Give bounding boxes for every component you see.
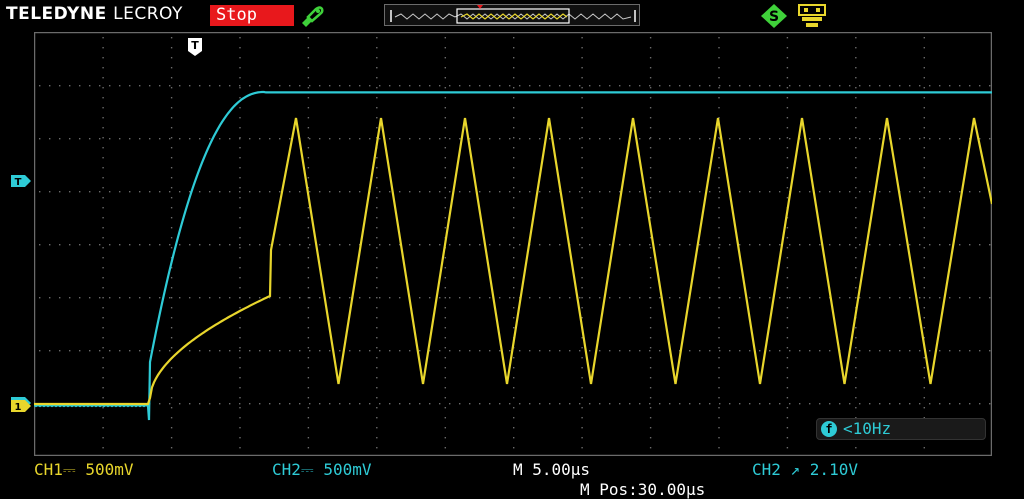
ch2-status[interactable]: CH2⎓ 500mV [272, 460, 372, 480]
ch1-label: CH1 [34, 460, 63, 479]
memory-waveform [394, 13, 632, 20]
frequency-counter[interactable]: f <10Hz [816, 418, 986, 440]
waveform-display[interactable] [34, 32, 992, 456]
svg-text:1: 1 [15, 402, 22, 413]
trigger-position-marker[interactable]: T [186, 37, 204, 57]
frequency-icon: f [821, 421, 837, 437]
ch1-status[interactable]: CH1⎓ 500mV [34, 460, 134, 480]
usb-storage-icon [798, 4, 826, 27]
graticule-border [34, 32, 992, 456]
top-status-bar: TELEDYNE LECROY Stop S [0, 0, 1024, 30]
dollar-status-icon: S [761, 4, 787, 28]
ch1-ground-marker[interactable]: 1 [10, 399, 32, 413]
trigger-level-marker[interactable]: T [10, 174, 32, 188]
ch2-label: CH2 [272, 460, 301, 479]
frequency-value: <10Hz [843, 419, 892, 438]
bottom-status-bar: CH1⎓ 500mV CH2⎓ 500mV M 5.00μs CH2 ↗ 2.1… [0, 458, 1024, 499]
brand-name-bold: TELEDYNE [6, 4, 107, 24]
horizontal-position[interactable]: M Pos:30.00μs [580, 480, 705, 499]
dc-coupling-icon: ⎓ [300, 460, 314, 479]
trigger-status[interactable]: CH2 ↗ 2.10V [752, 460, 858, 479]
brand-logo: TELEDYNE LECROY [6, 4, 183, 24]
memory-position-bar[interactable] [384, 4, 640, 26]
svg-text:T: T [191, 39, 199, 52]
brand-name-thin: LECROY [113, 4, 183, 24]
run-stop-status[interactable]: Stop [210, 5, 294, 26]
timebase-status[interactable]: M 5.00μs [513, 460, 590, 479]
ch1-scale: 500mV [85, 460, 134, 479]
dc-coupling-icon: ⎓ [62, 460, 76, 479]
ch2-scale: 500mV [323, 460, 372, 479]
svg-text:T: T [15, 177, 22, 188]
svg-text:S: S [769, 9, 779, 25]
probe-icon [302, 6, 324, 27]
